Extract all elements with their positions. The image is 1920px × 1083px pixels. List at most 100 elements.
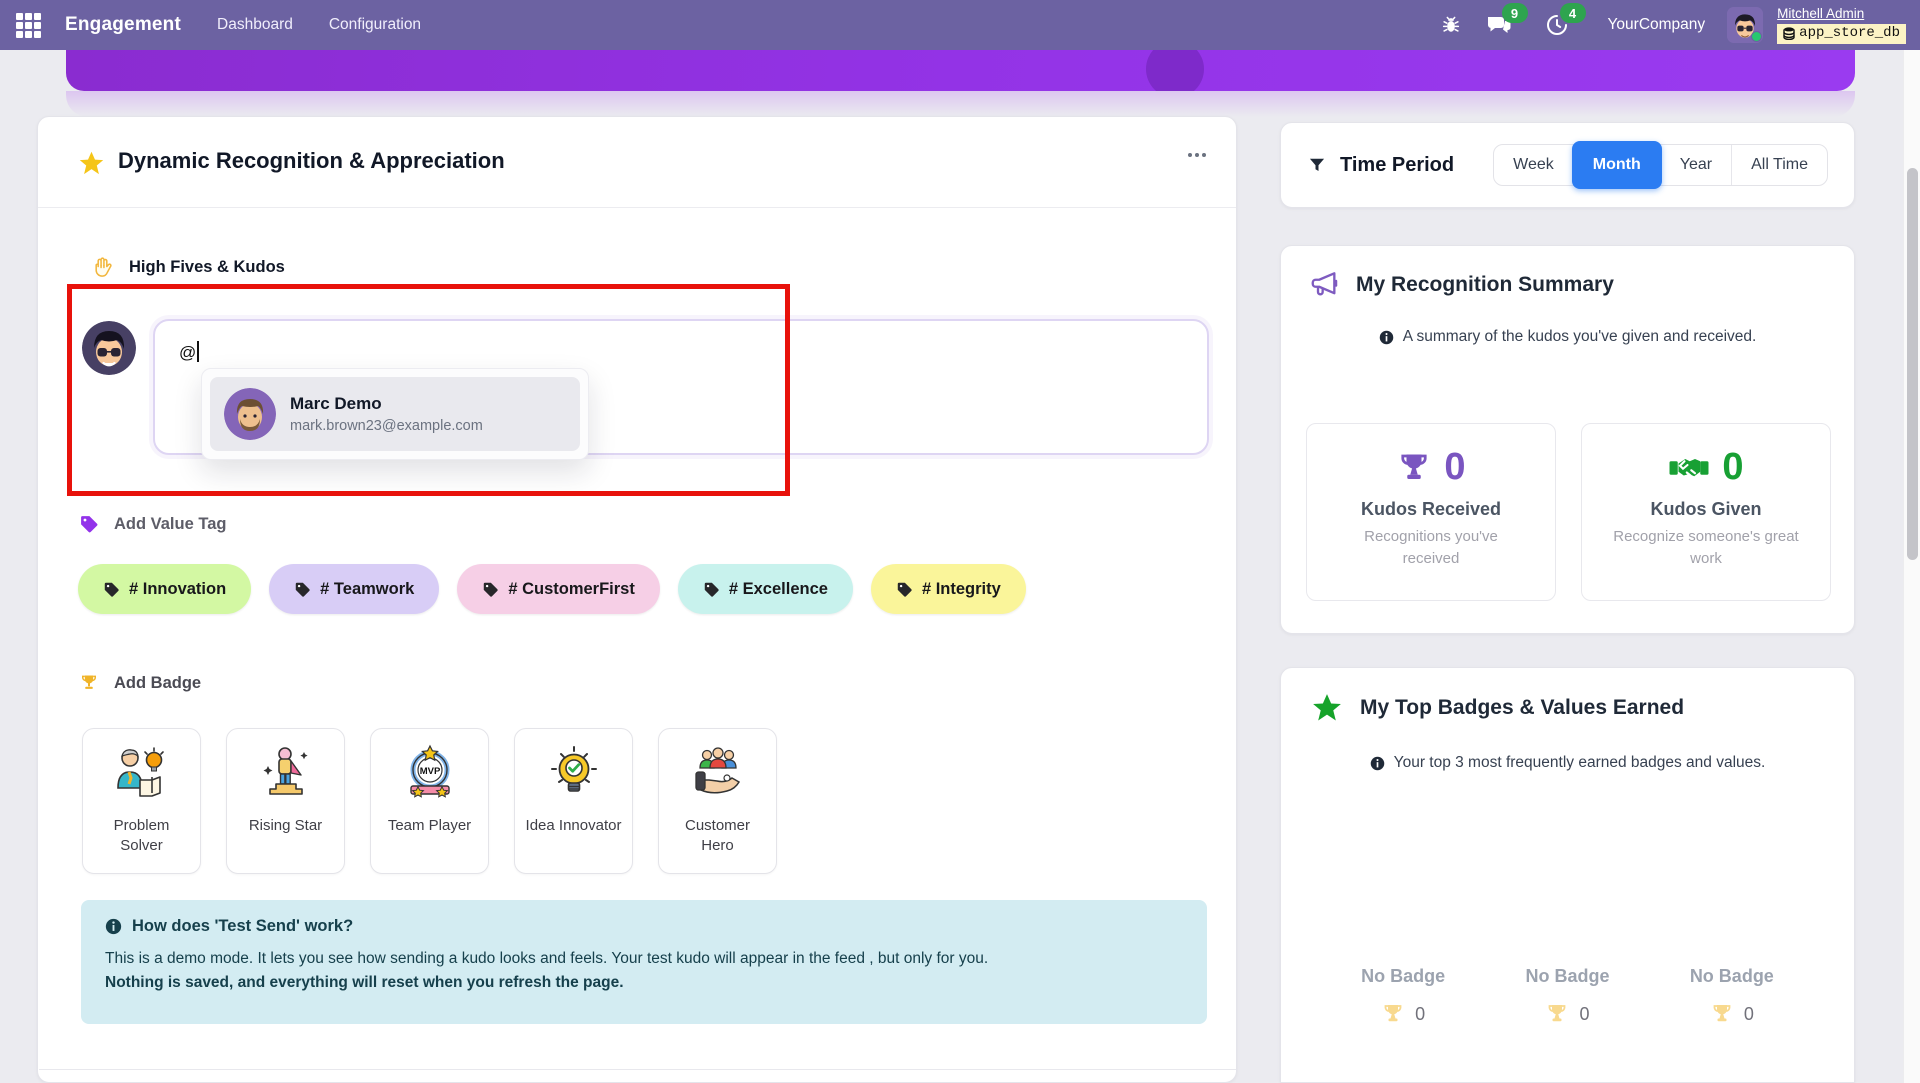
messages-count-badge: 9 bbox=[1502, 3, 1528, 23]
filter-funnel-icon bbox=[1307, 155, 1327, 175]
kudos-received-card: 0 Kudos Received Recognitions you've rec… bbox=[1306, 423, 1556, 601]
recognition-card: Dynamic Recognition & Appreciation High … bbox=[37, 116, 1237, 1083]
hero-banner bbox=[66, 50, 1855, 91]
banner-watermark-icon bbox=[1146, 50, 1204, 91]
section-divider bbox=[39, 1069, 1236, 1070]
handshake-icon bbox=[1668, 451, 1710, 485]
time-period-week[interactable]: Week bbox=[1494, 145, 1573, 185]
banner-glow bbox=[66, 91, 1855, 117]
mention-option-marc-demo[interactable]: Marc Demo mark.brown23@example.com bbox=[210, 377, 580, 451]
idea-innovator-icon bbox=[542, 742, 606, 806]
user-avatar[interactable] bbox=[1727, 7, 1763, 43]
trophy-icon bbox=[79, 673, 99, 693]
info-icon bbox=[1370, 756, 1385, 771]
top-badge-slot-3: No Badge 0 bbox=[1690, 966, 1774, 1026]
database-name: app_store_db bbox=[1799, 25, 1900, 43]
top-badges-title: My Top Badges & Values Earned bbox=[1311, 692, 1684, 724]
time-period-card: Time Period Week Month Year All Time bbox=[1280, 122, 1855, 208]
trophy-icon bbox=[1545, 1002, 1569, 1026]
recognition-summary-card: My Recognition Summary A summary of the … bbox=[1280, 245, 1855, 634]
top-badges-empty-row: No Badge 0 No Badge 0 bbox=[1281, 966, 1854, 1026]
recognition-card-header: Dynamic Recognition & Appreciation bbox=[38, 117, 1236, 208]
mention-trigger-text: @ bbox=[179, 343, 196, 362]
info-icon bbox=[105, 918, 122, 935]
team-player-mvp-icon: MVP bbox=[398, 742, 462, 806]
card-options-menu-icon[interactable] bbox=[1188, 153, 1206, 157]
info-title-text: How does 'Test Send' work? bbox=[132, 917, 353, 936]
info-body-text: This is a demo mode. It lets you see how… bbox=[105, 950, 1183, 968]
add-value-tag-label: Add Value Tag bbox=[79, 514, 226, 534]
badge-idea-innovator[interactable]: Idea Innovator bbox=[514, 728, 633, 874]
vertical-scrollbar[interactable] bbox=[1903, 50, 1920, 1083]
tag-icon bbox=[294, 581, 311, 598]
time-period-year[interactable]: Year bbox=[1661, 145, 1731, 185]
kudos-received-description: Recognitions you've received bbox=[1336, 526, 1526, 570]
badge-team-player[interactable]: MVP Team Player bbox=[370, 728, 489, 874]
activities-count-badge: 4 bbox=[1560, 3, 1586, 23]
tag-excellence[interactable]: # Excellence bbox=[678, 564, 853, 614]
kudos-received-value: 0 bbox=[1444, 446, 1465, 489]
nav-item-dashboard[interactable]: Dashboard bbox=[217, 16, 293, 34]
current-user-avatar bbox=[82, 321, 136, 375]
kudos-given-value: 0 bbox=[1722, 446, 1743, 489]
badge-problem-solver[interactable]: Problem Solver bbox=[82, 728, 201, 874]
kudos-received-label: Kudos Received bbox=[1361, 499, 1501, 520]
megaphone-icon bbox=[1311, 272, 1339, 298]
info-bold-text: Nothing is saved, and everything will re… bbox=[105, 974, 1183, 992]
value-tags-row: # Innovation # Teamwork # CustomerFirst … bbox=[78, 564, 1026, 614]
apps-grid-icon[interactable] bbox=[16, 13, 41, 38]
tag-teamwork[interactable]: # Teamwork bbox=[269, 564, 439, 614]
trophy-icon bbox=[1710, 1002, 1734, 1026]
badge-rising-star[interactable]: Rising Star bbox=[226, 728, 345, 874]
test-send-info-box: How does 'Test Send' work? This is a dem… bbox=[81, 900, 1207, 1024]
user-name[interactable]: Mitchell Admin bbox=[1777, 6, 1864, 23]
top-navbar: Engagement Dashboard Configuration 9 4 bbox=[0, 0, 1920, 50]
app-title[interactable]: Engagement bbox=[65, 14, 181, 36]
time-period-segmented-control: Week Month Year All Time bbox=[1493, 144, 1828, 186]
company-switcher[interactable]: YourCompany bbox=[1608, 16, 1706, 34]
kudos-given-description: Recognize someone's great work bbox=[1611, 526, 1801, 570]
tag-icon bbox=[79, 514, 99, 534]
top-badges-card: My Top Badges & Values Earned Your top 3… bbox=[1280, 667, 1855, 1083]
trophy-icon bbox=[1381, 1002, 1405, 1026]
tag-icon bbox=[482, 581, 499, 598]
info-icon bbox=[1379, 330, 1394, 345]
rising-star-icon bbox=[254, 742, 318, 806]
green-star-icon bbox=[1311, 692, 1343, 724]
mention-dropdown: Marc Demo mark.brown23@example.com bbox=[201, 368, 589, 460]
text-caret bbox=[197, 341, 199, 362]
user-menu[interactable]: Mitchell Admin app_store_db bbox=[1777, 6, 1906, 43]
tag-integrity[interactable]: # Integrity bbox=[871, 564, 1026, 614]
summary-stats-row: 0 Kudos Received Recognitions you've rec… bbox=[1306, 423, 1831, 601]
time-period-all-time[interactable]: All Time bbox=[1731, 145, 1827, 185]
mention-user-email: mark.brown23@example.com bbox=[290, 418, 483, 434]
top-badge-slot-1: No Badge 0 bbox=[1361, 966, 1445, 1026]
summary-subtitle: A summary of the kudos you've given and … bbox=[1281, 328, 1854, 346]
scrollbar-thumb[interactable] bbox=[1907, 168, 1918, 560]
time-period-title: Time Period bbox=[1307, 154, 1454, 177]
tag-innovation[interactable]: # Innovation bbox=[78, 564, 251, 614]
mention-avatar bbox=[224, 388, 276, 440]
add-badge-label: Add Badge bbox=[79, 673, 201, 693]
top-badges-subtitle: Your top 3 most frequently earned badges… bbox=[1281, 754, 1854, 772]
badge-cards-row: Problem Solver Rising Star MVP bbox=[82, 728, 777, 874]
time-period-month[interactable]: Month bbox=[1572, 141, 1662, 189]
nav-item-configuration[interactable]: Configuration bbox=[329, 16, 421, 34]
page-title: Dynamic Recognition & Appreciation bbox=[118, 148, 505, 174]
tag-icon bbox=[703, 581, 720, 598]
star-icon bbox=[78, 150, 105, 177]
tag-icon bbox=[896, 581, 913, 598]
tag-customerfirst[interactable]: # CustomerFirst bbox=[457, 564, 660, 614]
mention-user-name: Marc Demo bbox=[290, 394, 483, 414]
database-chip: app_store_db bbox=[1777, 24, 1906, 44]
problem-solver-icon bbox=[110, 742, 174, 806]
high-fives-section-label: High Fives & Kudos bbox=[91, 256, 285, 279]
messages-icon[interactable]: 9 bbox=[1486, 12, 1512, 38]
debug-bug-icon[interactable] bbox=[1438, 12, 1464, 38]
badge-customer-hero[interactable]: Customer Hero bbox=[658, 728, 777, 874]
kudos-given-card: 0 Kudos Given Recognize someone's great … bbox=[1581, 423, 1831, 601]
top-badge-slot-2: No Badge 0 bbox=[1525, 966, 1609, 1026]
customer-hero-icon bbox=[686, 742, 750, 806]
activities-clock-icon[interactable]: 4 bbox=[1544, 12, 1570, 38]
summary-title: My Recognition Summary bbox=[1311, 272, 1614, 298]
